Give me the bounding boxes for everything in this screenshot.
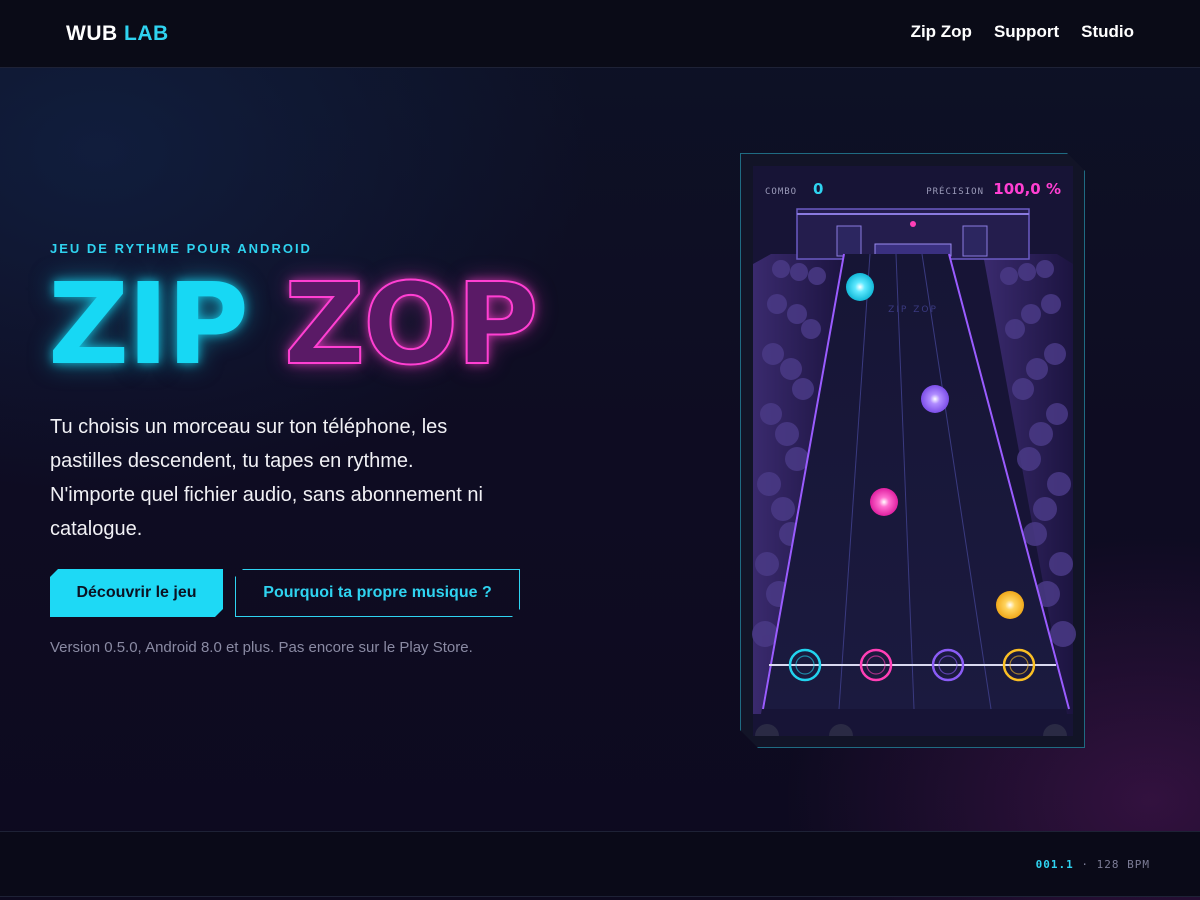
logo-word-wub: WUB xyxy=(66,22,118,45)
nav-link-zip-zop[interactable]: Zip Zop xyxy=(911,22,972,42)
footer-bpm: 001.1 · 128 BPM xyxy=(1036,858,1150,871)
footer-version: 001.1 xyxy=(1035,858,1074,871)
nav-link-support[interactable]: Support xyxy=(994,22,1059,42)
footer-separator: · xyxy=(1081,858,1090,871)
wub-lab-logo[interactable]: WUB LAB xyxy=(66,22,169,46)
title-word-zop: ZOP xyxy=(283,260,540,390)
stage-sign: ZIP ZOP xyxy=(888,305,938,315)
main-nav: Zip Zop Support Studio xyxy=(911,22,1134,42)
hero-title: ZIP ZOP xyxy=(48,264,608,386)
logo-word-lab: LAB xyxy=(124,22,169,45)
nav-link-studio[interactable]: Studio xyxy=(1081,22,1134,42)
combo-label: COMBO xyxy=(765,187,797,197)
hero-description: Tu choisis un morceau sur ton téléphone,… xyxy=(50,416,483,540)
hero-kicker: JEU DE RYTHME POUR ANDROID xyxy=(50,241,312,256)
title-word-zip: ZIP xyxy=(48,260,249,390)
precision-label: PRÉCISION xyxy=(926,185,984,197)
footer-bpm-value: 128 BPM xyxy=(1096,858,1150,871)
version-note: Version 0.5.0, Android 8.0 et plus. Pas … xyxy=(50,639,473,656)
site-footer: 001.1 · 128 BPM xyxy=(0,831,1200,897)
game-scene: COMBO 0 PRÉCISION 100,0 % ZIP ZOP xyxy=(741,154,1086,749)
stage xyxy=(797,209,1029,259)
site-header: WUB LAB Zip Zop Support Studio xyxy=(0,0,1200,68)
why-own-music-button[interactable]: Pourquoi ta propre musique ? xyxy=(235,569,520,617)
precision-value: 100,0 % xyxy=(993,180,1061,198)
discover-game-button[interactable]: Découvrir le jeu xyxy=(50,569,223,617)
combo-value: 0 xyxy=(813,180,823,198)
game-screenshot: COMBO 0 PRÉCISION 100,0 % ZIP ZOP xyxy=(740,153,1085,748)
